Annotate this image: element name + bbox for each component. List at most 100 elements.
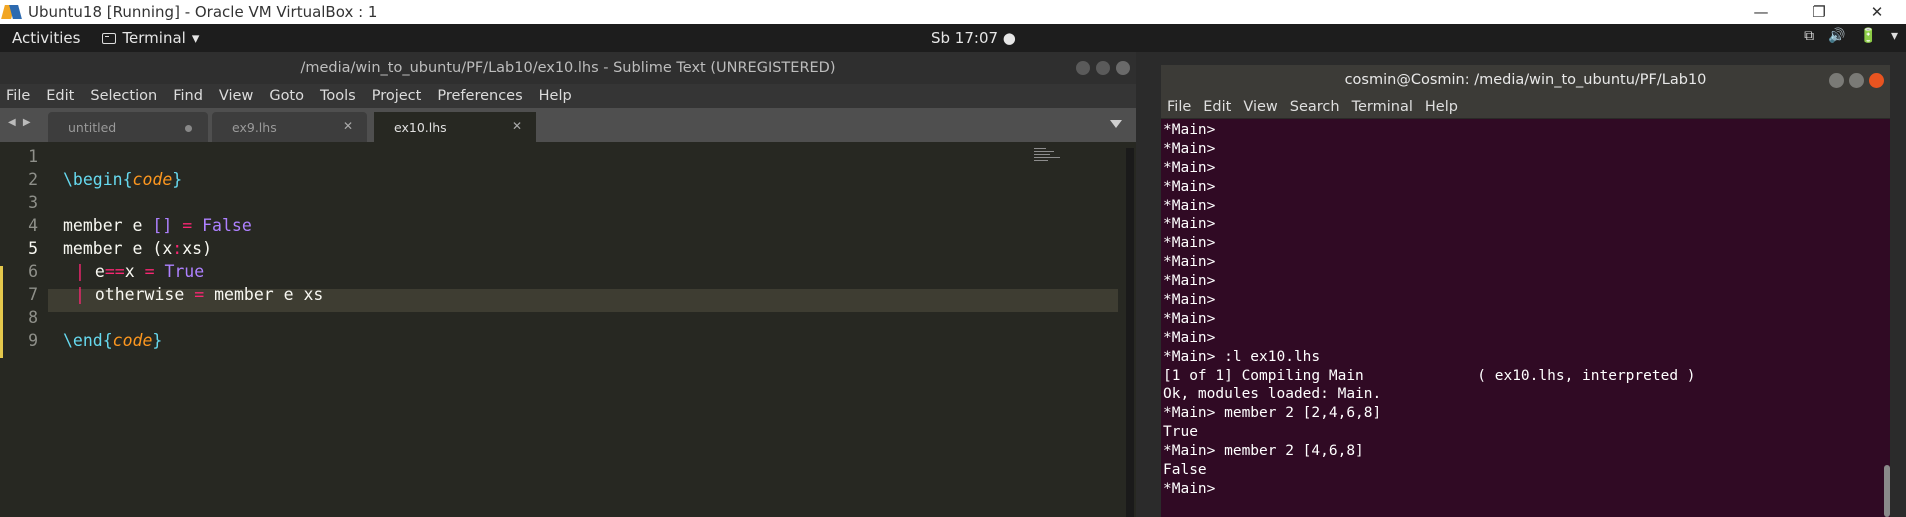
terminal-line: *Main> <box>1163 254 1216 271</box>
code-line-4: member e [] = False <box>63 216 252 235</box>
line-number: 3 <box>28 193 38 212</box>
network-icon: ⧉ <box>1804 28 1815 44</box>
line-number: 7 <box>28 285 38 304</box>
menu-file[interactable]: File <box>1167 99 1191 115</box>
terminal-line: *Main> <box>1163 159 1216 176</box>
terminal-window: cosmin@Cosmin: /media/win_to_ubuntu/PF/L… <box>1161 65 1890 517</box>
code-line-5: member e (x:xs) <box>63 239 213 258</box>
volume-icon: 🔊 <box>1828 28 1846 44</box>
app-menu-terminal[interactable]: Terminal ▾ <box>102 29 199 47</box>
terminal-area: cosmin@Cosmin: /media/win_to_ubuntu/PF/L… <box>1138 52 1906 517</box>
terminal-icon <box>102 32 117 44</box>
tab-label: ex10.lhs <box>394 119 447 135</box>
menu-view[interactable]: View <box>1243 99 1277 115</box>
chevron-down-icon: ▾ <box>1890 28 1898 44</box>
code-editor[interactable]: 1 2 3 4 5 6 7 8 9 \begin{code} member e … <box>0 142 1136 517</box>
terminal-line: *Main> <box>1163 216 1216 233</box>
terminal-line: *Main> :l ex10.lhs <box>1163 348 1321 365</box>
maximize-button[interactable] <box>1096 61 1110 75</box>
editor-scrollbar[interactable] <box>1126 148 1134 517</box>
menu-file[interactable]: File <box>6 88 30 104</box>
sublime-menubar: File Edit Selection Find View Goto Tools… <box>0 84 1136 108</box>
host-minimize-button[interactable]: — <box>1732 0 1790 24</box>
unsaved-dot-icon[interactable] <box>185 125 192 132</box>
menu-edit[interactable]: Edit <box>1203 99 1231 115</box>
line-gutter: 1 2 3 4 5 6 7 8 9 <box>0 142 48 517</box>
menu-help[interactable]: Help <box>539 88 572 104</box>
terminal-line: *Main> member 2 [4,6,8] <box>1163 443 1364 460</box>
tab-ex10[interactable]: ex10.lhs ✕ <box>374 112 536 142</box>
menu-selection[interactable]: Selection <box>90 88 157 104</box>
app-menu-label: Terminal <box>122 29 186 47</box>
terminal-line: [1 of 1] Compiling Main ( ex10.lhs, inte… <box>1163 367 1696 384</box>
tab-untitled[interactable]: untitled <box>48 112 208 142</box>
tab-dropdown-icon[interactable] <box>1110 120 1122 128</box>
virtualbox-logo-icon <box>1 2 22 22</box>
terminal-line: *Main> <box>1163 140 1216 157</box>
terminal-line: *Main> <box>1163 273 1216 290</box>
terminal-line: *Main> <box>1163 197 1216 214</box>
line-number: 8 <box>28 308 38 327</box>
modified-lines-marker <box>0 266 3 358</box>
terminal-titlebar: cosmin@Cosmin: /media/win_to_ubuntu/PF/L… <box>1161 65 1890 95</box>
terminal-line: *Main> member 2 [2,4,6,8] <box>1163 405 1382 422</box>
menu-preferences[interactable]: Preferences <box>437 88 522 104</box>
terminal-output[interactable]: *Main> *Main> *Main> *Main> *Main> *Main… <box>1161 121 1881 499</box>
menu-goto[interactable]: Goto <box>269 88 304 104</box>
terminal-line: False <box>1163 462 1207 479</box>
close-icon[interactable]: ✕ <box>343 119 353 133</box>
minimize-button[interactable] <box>1076 61 1090 75</box>
tab-label: ex9.lhs <box>232 119 277 135</box>
sublime-titlebar: /media/win_to_ubuntu/PF/Lab10/ex10.lhs -… <box>0 52 1136 84</box>
clock[interactable]: Sb 17:07 ● <box>931 29 1016 47</box>
line-number: 2 <box>28 170 38 189</box>
code-line-6: | e==x = True <box>75 262 205 281</box>
code-line-7: | otherwise = member e xs <box>75 285 324 304</box>
line-number: 9 <box>28 331 38 350</box>
menu-project[interactable]: Project <box>372 88 422 104</box>
terminal-line: Ok, modules loaded: Main. <box>1163 386 1382 403</box>
code-line-2: \begin{code} <box>63 170 183 189</box>
menu-help[interactable]: Help <box>1425 99 1458 115</box>
menu-search[interactable]: Search <box>1290 99 1340 115</box>
tab-ex9[interactable]: ex9.lhs ✕ <box>212 112 367 142</box>
chevron-down-icon: ▾ <box>191 29 200 47</box>
terminal-line: *Main> <box>1163 292 1216 309</box>
minimize-button[interactable] <box>1829 73 1844 88</box>
terminal-line: *Main> <box>1163 310 1216 327</box>
terminal-line: *Main> <box>1163 122 1216 138</box>
tab-bar: ◀ ▶ untitled ex9.lhs ✕ ex10.lhs ✕ <box>0 108 1136 142</box>
terminal-scrollbar[interactable] <box>1884 465 1890 517</box>
battery-icon: 🔋 <box>1859 28 1877 44</box>
code-line-9: \end{code} <box>63 331 163 350</box>
menu-edit[interactable]: Edit <box>46 88 74 104</box>
terminal-title: cosmin@Cosmin: /media/win_to_ubuntu/PF/L… <box>1344 72 1707 88</box>
terminal-line: True <box>1163 424 1198 441</box>
menu-tools[interactable]: Tools <box>320 88 356 104</box>
activities-button[interactable]: Activities <box>12 29 80 47</box>
maximize-button[interactable] <box>1849 73 1864 88</box>
host-close-button[interactable]: ✕ <box>1848 0 1906 24</box>
tab-nav-arrows-icon[interactable]: ◀ ▶ <box>8 117 33 128</box>
minimap[interactable] <box>1034 148 1064 170</box>
host-window-title: Ubuntu18 [Running] - Oracle VM VirtualBo… <box>28 3 378 21</box>
ubuntu-top-bar: Activities Terminal ▾ Sb 17:07 ● ⧉ 🔊 🔋 ▾ <box>0 24 1906 52</box>
terminal-line: *Main> <box>1163 178 1216 195</box>
host-restore-button[interactable]: ❐ <box>1790 0 1848 24</box>
menu-terminal[interactable]: Terminal <box>1352 99 1413 115</box>
sublime-title: /media/win_to_ubuntu/PF/Lab10/ex10.lhs -… <box>300 60 836 76</box>
menu-view[interactable]: View <box>219 88 253 104</box>
line-number: 6 <box>28 262 38 281</box>
close-button[interactable] <box>1869 73 1884 88</box>
tab-label: untitled <box>68 119 117 135</box>
line-number: 5 <box>28 239 38 258</box>
terminal-prompt: *Main> <box>1163 480 1216 497</box>
terminal-line: *Main> <box>1163 235 1216 252</box>
menu-find[interactable]: Find <box>173 88 203 104</box>
host-window-titlebar: Ubuntu18 [Running] - Oracle VM VirtualBo… <box>0 0 1906 24</box>
terminal-line: *Main> <box>1163 329 1216 346</box>
close-button[interactable] <box>1116 61 1130 75</box>
close-icon[interactable]: ✕ <box>512 119 522 133</box>
system-tray[interactable]: ⧉ 🔊 🔋 ▾ <box>1804 28 1898 44</box>
line-number: 1 <box>28 147 38 166</box>
